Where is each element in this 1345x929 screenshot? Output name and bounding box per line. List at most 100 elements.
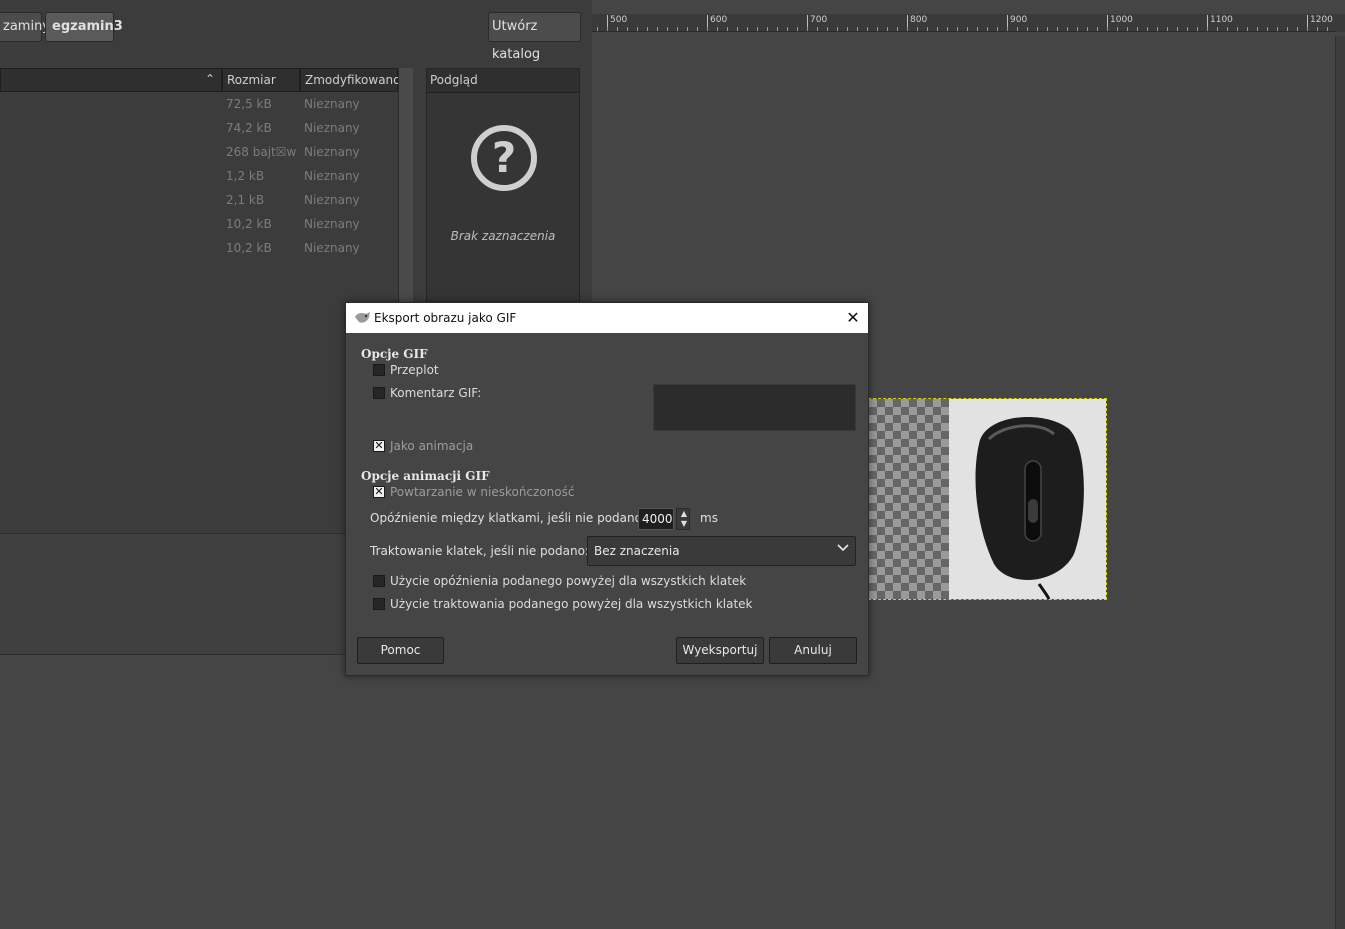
horizontal-ruler: 500 600 700 800 900 1000 1100 1200 (592, 14, 1338, 32)
ruler-minor-tick (1277, 27, 1278, 31)
ruler-minor-tick (1197, 27, 1198, 31)
delay-stepper[interactable]: ▲ ▼ (676, 508, 690, 530)
spin-up-icon[interactable]: ▲ (679, 509, 689, 519)
transparency-checkerboard (869, 399, 949, 599)
image-layer[interactable] (868, 398, 1107, 600)
ruler-minor-tick (667, 27, 668, 31)
comment-label: Komentarz GIF: (390, 386, 482, 400)
interlace-checkbox[interactable] (373, 364, 385, 376)
ruler-minor-tick (757, 27, 758, 31)
ruler-minor-tick (877, 27, 878, 31)
ruler-minor-tick (1177, 27, 1178, 31)
file-size: 1,2 kB (226, 169, 265, 183)
ruler-minor-tick (1247, 27, 1248, 31)
file-modified: Nieznany (304, 145, 360, 159)
ruler-minor-tick (1087, 27, 1088, 31)
use-disposal-all-checkbox[interactable] (373, 598, 385, 610)
ruler-minor-tick (677, 27, 678, 31)
spin-down-icon[interactable]: ▼ (679, 519, 689, 529)
preview-panel: Podgląd ? Brak zaznaczenia (426, 68, 580, 308)
ruler-minor-tick (1267, 27, 1268, 31)
path-button-label: egzamin3 (52, 19, 123, 34)
file-modified: Nieznany (304, 241, 360, 255)
path-button-zaminy[interactable]: zaminy (0, 12, 50, 42)
comment-checkbox[interactable] (373, 387, 385, 399)
ruler-minor-tick (797, 27, 798, 31)
ruler-minor-tick (657, 27, 658, 31)
ruler-minor-tick (687, 27, 688, 31)
gif-options-title: Opcje GIF (361, 347, 428, 361)
create-folder-button[interactable]: Utwórz katalog (488, 12, 581, 62)
ruler-corner (1337, 14, 1345, 32)
ruler-minor-tick (1147, 27, 1148, 31)
file-size: 268 bajt☒w (226, 145, 297, 159)
use-delay-all-label: Użycie opóźnienia podanego powyżej dla w… (390, 574, 747, 588)
ruler-minor-tick (1187, 27, 1188, 31)
ruler-minor-tick (987, 27, 988, 31)
ruler-minor-tick (897, 27, 898, 31)
ruler-minor-tick (747, 27, 748, 31)
ruler-minor-tick (1317, 27, 1318, 31)
path-button-egzamin3[interactable]: egzamin3 (45, 12, 123, 42)
preview-title: Podgląd (427, 69, 579, 93)
ruler-minor-tick (1167, 27, 1168, 31)
mouse-photo (949, 399, 1106, 599)
ruler-minor-tick (1037, 27, 1038, 31)
loop-label: Powtarzanie w nieskończoność (390, 485, 575, 499)
help-button[interactable]: Pomoc (357, 637, 444, 664)
ruler-minor-tick (827, 27, 828, 31)
ruler-label: 1000 (1107, 15, 1133, 31)
ruler-minor-tick (1157, 27, 1158, 31)
ruler-minor-tick (1127, 27, 1128, 31)
file-size: 10,2 kB (226, 217, 272, 231)
ruler-minor-tick (1077, 27, 1078, 31)
ruler-minor-tick (1117, 27, 1118, 31)
ruler-minor-tick (1217, 27, 1218, 31)
delay-input[interactable]: 4000 (638, 508, 674, 530)
ruler-minor-tick (727, 27, 728, 31)
ruler-minor-tick (617, 27, 618, 31)
file-modified: Nieznany (304, 97, 360, 111)
ruler-minor-tick (857, 27, 858, 31)
ruler-minor-tick (967, 27, 968, 31)
close-icon[interactable]: ✕ (842, 307, 864, 329)
ruler-minor-tick (1257, 27, 1258, 31)
preview-empty-text: Brak zaznaczenia (450, 229, 556, 243)
column-header-name[interactable]: ⌃ (0, 68, 222, 92)
ruler-minor-tick (607, 27, 608, 31)
disposal-selected-value: Bez znaczenia (594, 544, 680, 558)
ruler-minor-tick (1227, 27, 1228, 31)
ruler-minor-tick (1207, 27, 1208, 31)
ruler-minor-tick (817, 27, 818, 31)
canvas-vertical-scrollbar[interactable] (1335, 36, 1345, 929)
ruler-minor-tick (597, 27, 598, 31)
gif-comment-textarea[interactable] (653, 384, 856, 431)
use-delay-all-checkbox[interactable] (373, 575, 385, 587)
animation-options-title: Opcje animacji GIF (361, 469, 490, 483)
disposal-select[interactable]: Bez znaczenia (587, 536, 856, 566)
ruler-minor-tick (1097, 27, 1098, 31)
ruler-minor-tick (717, 27, 718, 31)
ruler-minor-tick (1027, 27, 1028, 31)
file-modified: Nieznany (304, 217, 360, 231)
ruler-minor-tick (907, 27, 908, 31)
file-size: 10,2 kB (226, 241, 272, 255)
column-header-size[interactable]: Rozmiar (222, 68, 300, 92)
as-animation-checkbox[interactable]: ✕ (373, 440, 385, 452)
ruler-minor-tick (647, 27, 648, 31)
export-button[interactable]: Wyeksportuj (676, 637, 764, 664)
ruler-minor-tick (997, 27, 998, 31)
ruler-minor-tick (1067, 27, 1068, 31)
create-folder-label: Utwórz katalog (492, 19, 541, 62)
ruler-label: 1100 (1207, 15, 1233, 31)
cancel-button[interactable]: Anuluj (769, 637, 857, 664)
dialog-titlebar[interactable]: Eksport obrazu jako GIF ✕ (346, 303, 868, 333)
loop-checkbox[interactable]: ✕ (373, 486, 385, 498)
file-list-header: ⌃ Rozmiar Zmodyfikowano (0, 68, 401, 92)
column-header-modified[interactable]: Zmodyfikowano (300, 68, 401, 92)
file-size: 2,1 kB (226, 193, 265, 207)
export-gif-dialog: Eksport obrazu jako GIF ✕ Opcje GIF Prze… (345, 302, 869, 676)
ruler-minor-tick (947, 27, 948, 31)
sort-ascending-icon: ⌃ (205, 72, 216, 86)
ruler-minor-tick (867, 27, 868, 31)
